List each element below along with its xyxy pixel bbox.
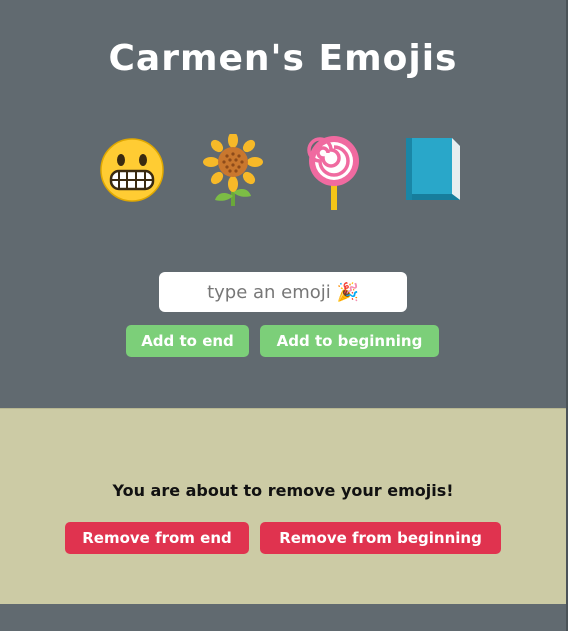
remove-from-end-button[interactable]: Remove from end: [65, 522, 249, 554]
remove-from-beginning-button[interactable]: Remove from beginning: [260, 522, 501, 554]
page-title: Carmen's Emojis: [108, 38, 458, 79]
lollipop-icon: [306, 134, 376, 212]
add-to-beginning-button[interactable]: Add to beginning: [260, 325, 439, 357]
app-window: Carmen's Emojis type an emoji 🎉 Add to e…: [0, 0, 568, 631]
emoji-list: [0, 134, 566, 214]
remove-warning: You are about to remove your emojis!: [112, 481, 454, 500]
footer-strip: [0, 604, 566, 631]
emoji-input[interactable]: [159, 272, 407, 312]
blue-book-icon: [402, 134, 472, 212]
add-to-end-button[interactable]: Add to end: [126, 325, 249, 357]
emoji-section: Carmen's Emojis type an emoji 🎉 Add to e…: [0, 0, 566, 408]
sunflower-icon: [203, 134, 273, 212]
remove-section: You are about to remove your emojis! Rem…: [0, 408, 566, 604]
grimacing-face-icon: [99, 134, 169, 212]
